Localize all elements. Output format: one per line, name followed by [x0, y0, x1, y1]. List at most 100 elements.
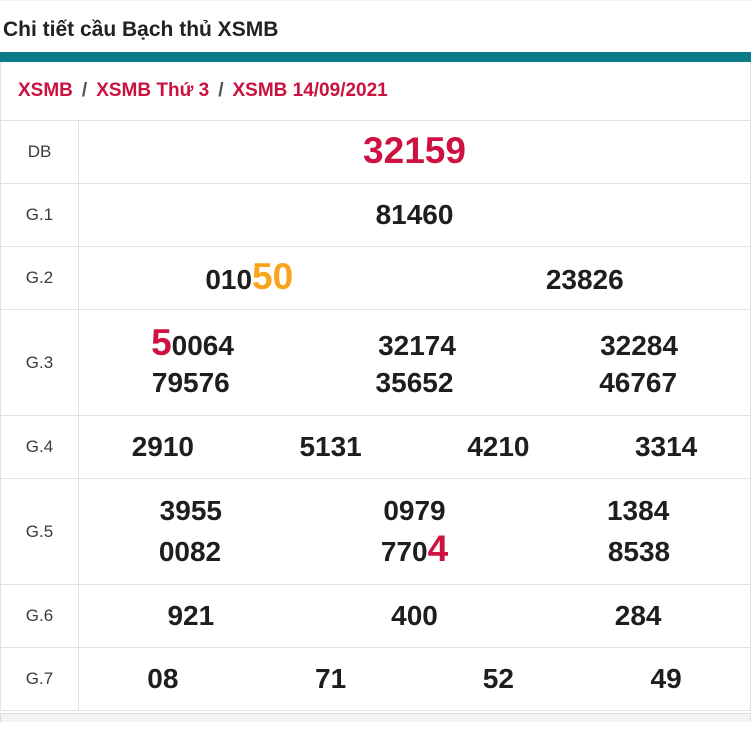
digits: 1384: [606, 495, 670, 527]
table-row-g5: G.5 3955 0979 1384 0082 7704 8538: [1, 479, 750, 585]
prize-number: 400: [391, 598, 438, 634]
prize-value-line: 0082 7704 8538: [79, 530, 750, 570]
highlighted-digits: 32159: [363, 129, 466, 171]
prize-number: 79576: [152, 365, 230, 401]
prize-value-line: 79576 35652 46767: [79, 365, 750, 401]
prize-number: 23826: [546, 262, 624, 298]
page-title: Chi tiết cầu Bạch thủ XSMB: [3, 18, 279, 41]
prize-values: 01050 23826: [79, 247, 750, 309]
prize-number: 35652: [376, 365, 454, 401]
digits: 71: [315, 662, 347, 694]
digits: 3955: [159, 495, 222, 527]
digits: 52: [482, 662, 514, 694]
breadcrumb-separator: /: [81, 80, 88, 101]
results-table: DB 32159 G.1 81460 G.2 01050 23826 G.3 50064 3217…: [1, 121, 750, 711]
digits: 46767: [599, 366, 678, 398]
digits: 5131: [299, 430, 362, 462]
digits: 81460: [375, 198, 454, 230]
digits: 770: [380, 535, 428, 567]
digits: 8538: [607, 535, 671, 567]
digits: 400: [391, 599, 438, 631]
prize-value-line: 08 71 52 49: [79, 661, 750, 697]
digits: 0064: [171, 330, 234, 362]
prize-values: 50064 32174 32284 79576 35652 46767: [79, 310, 750, 415]
digits: 4210: [467, 430, 530, 462]
prize-label: G.7: [1, 648, 79, 710]
prize-number: 0082: [159, 534, 221, 570]
prize-value-line: 81460: [79, 197, 750, 233]
digits: 0979: [383, 495, 446, 527]
breadcrumb-link-2[interactable]: XSMB 14/09/2021: [232, 80, 387, 102]
prize-values: 921 400 284: [79, 585, 750, 647]
prize-value-line: 50064 32174 32284: [79, 324, 750, 364]
breadcrumb: XSMB / XSMB Thứ 3 / XSMB 14/09/2021: [1, 62, 750, 121]
digits: 3314: [634, 430, 698, 462]
prize-number: 01050: [205, 258, 293, 298]
prize-value-line: 2910 5131 4210 3314: [79, 429, 750, 465]
breadcrumb-link-0[interactable]: XSMB: [18, 80, 73, 102]
prize-number: 2910: [132, 429, 194, 465]
highlighted-digits: 5: [151, 322, 172, 364]
prize-number: 52: [483, 661, 514, 697]
digits: 284: [614, 599, 662, 631]
table-row-db: DB 32159: [1, 121, 750, 184]
prize-number: 32159: [363, 132, 466, 172]
prize-value-line: 921 400 284: [79, 598, 750, 634]
digits: 23826: [545, 263, 624, 295]
prize-number: 32174: [378, 328, 456, 364]
prize-number: 0979: [383, 493, 445, 529]
prize-number: 71: [315, 661, 346, 697]
prize-number: 32284: [600, 328, 678, 364]
prize-number: 46767: [599, 365, 677, 401]
prize-values: 81460: [79, 184, 750, 246]
digits: 32284: [600, 330, 678, 362]
prize-value-line: 3955 0979 1384: [79, 493, 750, 529]
prize-number: 8538: [608, 534, 670, 570]
table-row-g2: G.2 01050 23826: [1, 247, 750, 310]
table-row-g1: G.1 81460: [1, 184, 750, 247]
prize-value-line: 01050 23826: [79, 258, 750, 298]
table-row-g4: G.4 2910 5131 4210 3314: [1, 416, 750, 479]
prize-label: G.4: [1, 416, 79, 478]
prize-value-line: 32159: [79, 132, 750, 172]
digits: 08: [147, 662, 179, 694]
prize-number: 5131: [299, 429, 361, 465]
prize-label: G.2: [1, 247, 79, 309]
prize-number: 49: [651, 661, 682, 697]
highlighted-digits: 4: [427, 527, 449, 569]
table-row-g7: G.7 08 71 52 49: [1, 648, 750, 711]
breadcrumb-separator: /: [218, 80, 224, 101]
digits: 79576: [151, 366, 230, 398]
digits: 2910: [131, 430, 195, 462]
prize-number: 4210: [467, 429, 529, 465]
prize-number: 08: [147, 661, 178, 697]
digits: 921: [167, 599, 215, 631]
table-row-g6: G.6 921 400 284: [1, 585, 750, 648]
prize-number: 3955: [160, 493, 222, 529]
highlighted-digits: 50: [252, 255, 294, 297]
prize-number: 7704: [381, 530, 448, 570]
prize-label: G.5: [1, 479, 79, 584]
accent-bar: [0, 52, 751, 62]
prize-number: 81460: [376, 197, 454, 233]
digits: 32174: [378, 330, 456, 362]
prize-values: 2910 5131 4210 3314: [79, 416, 750, 478]
prize-label: G.6: [1, 585, 79, 647]
digits: 49: [650, 662, 682, 694]
prize-label: G.1: [1, 184, 79, 246]
prize-label: DB: [1, 121, 79, 183]
digits: 010: [205, 263, 253, 295]
prize-number: 284: [615, 598, 662, 634]
prize-values: 3955 0979 1384 0082 7704 8538: [79, 479, 750, 584]
prize-number: 921: [167, 598, 214, 634]
prize-values: 32159: [79, 121, 750, 183]
next-section-strip: [0, 713, 751, 722]
digits: 0082: [158, 535, 222, 567]
breadcrumb-link-1[interactable]: XSMB Thứ 3: [96, 80, 209, 102]
digits: 35652: [375, 366, 454, 398]
prize-number: 3314: [635, 429, 697, 465]
results-panel: XSMB / XSMB Thứ 3 / XSMB 14/09/2021 DB 32159 G…: [0, 62, 751, 711]
prize-number: 50064: [151, 324, 234, 364]
table-row-g3: G.3 50064 32174 32284 79576 35652 46767: [1, 310, 750, 416]
prize-number: 1384: [607, 493, 669, 529]
